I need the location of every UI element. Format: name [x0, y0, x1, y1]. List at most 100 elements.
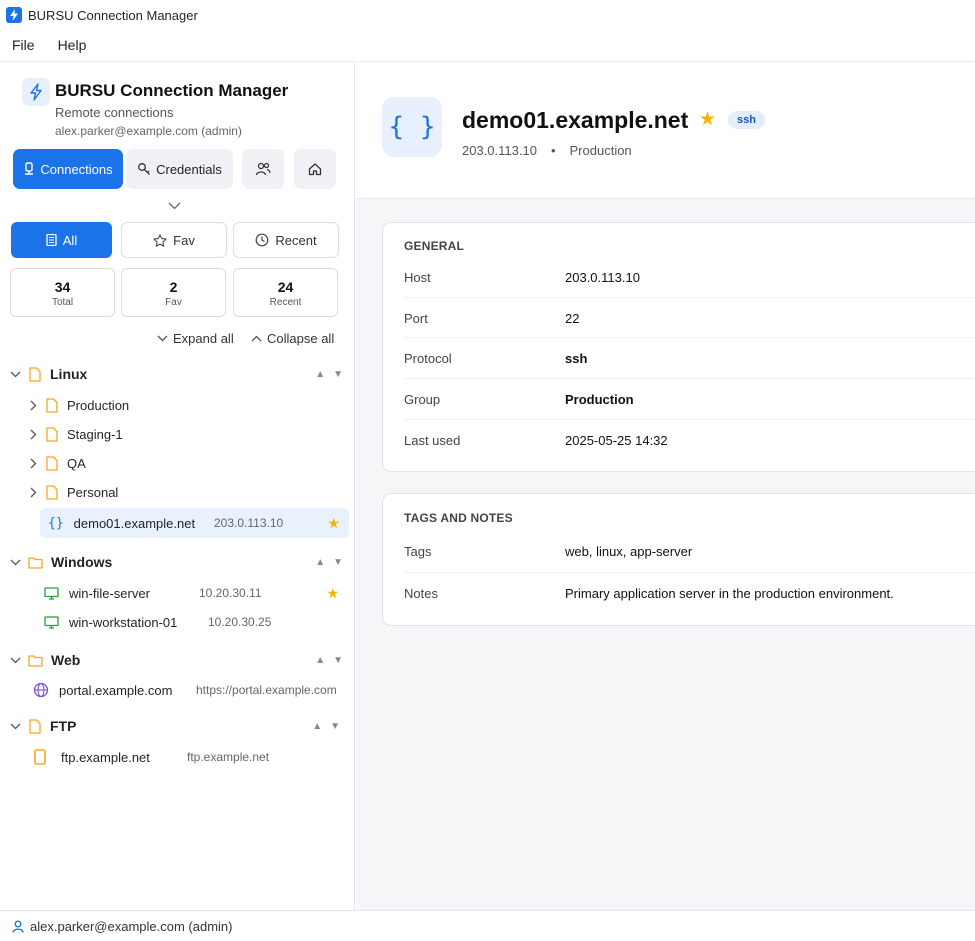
move-up-icon[interactable]: ▲	[315, 557, 325, 568]
move-up-icon[interactable]: ▲	[312, 721, 322, 732]
file-icon	[46, 426, 58, 442]
filter-fav-label: Fav	[173, 232, 195, 248]
credentials-button[interactable]: Credentials	[126, 149, 233, 189]
tree-folder-personal[interactable]: Personal	[0, 478, 355, 506]
tree-item-name: win-file-server	[69, 585, 150, 601]
favorite-star-icon[interactable]: ★	[699, 108, 716, 131]
tree-item-address: https://portal.example.com	[196, 683, 337, 697]
tree-folder-label: QA	[67, 455, 86, 471]
tree-item-ftp[interactable]: ftp.example.net ftp.example.net	[0, 743, 355, 771]
tree-group-ftp[interactable]: FTP ▲ ▼	[0, 712, 355, 740]
tree-item-portal[interactable]: portal.example.com https://portal.exampl…	[0, 676, 355, 704]
move-up-icon[interactable]: ▲	[315, 655, 325, 666]
field-group: Group Production	[404, 378, 975, 419]
filter-fav[interactable]: Fav	[121, 222, 227, 258]
filter-recent[interactable]: Recent	[233, 222, 339, 258]
file-icon	[29, 366, 41, 382]
move-up-icon[interactable]: ▲	[315, 369, 325, 380]
users-button[interactable]	[242, 149, 284, 189]
app-icon	[6, 7, 22, 23]
list-icon	[46, 234, 57, 246]
brand: BURSU Connection Manager Remote connecti…	[22, 78, 288, 138]
tree-group-windows[interactable]: Windows ▲ ▼	[0, 548, 355, 576]
chevron-down-icon	[10, 559, 21, 565]
chevron-down-icon	[10, 723, 21, 729]
stat-total: 34 Total	[10, 268, 115, 317]
field-last-used: Last used 2025-05-25 14:32	[404, 419, 975, 460]
tree-item-address: 10.20.30.25	[208, 615, 272, 629]
reorder-arrows[interactable]: ▲ ▼	[315, 369, 343, 380]
chevron-down-icon	[157, 335, 168, 342]
move-down-icon[interactable]: ▼	[333, 655, 343, 666]
menu-bar: File Help	[0, 30, 975, 60]
move-down-icon[interactable]: ▼	[330, 721, 340, 732]
home-button[interactable]	[294, 149, 336, 189]
brand-user: alex.parker@example.com (admin)	[55, 124, 242, 138]
reorder-arrows[interactable]: ▲ ▼	[315, 557, 343, 568]
tree-group-label: FTP	[50, 718, 77, 734]
tree-folder-staging[interactable]: Staging-1	[0, 420, 355, 448]
move-down-icon[interactable]: ▼	[333, 369, 343, 380]
reorder-arrows[interactable]: ▲ ▼	[315, 655, 343, 666]
stat-recent-label: Recent	[269, 297, 302, 308]
filter-all-label: All	[62, 232, 78, 248]
chevron-up-icon	[251, 335, 262, 342]
lightning-icon	[22, 78, 50, 106]
field-label: Protocol	[404, 350, 452, 366]
filter-all[interactable]: All	[11, 222, 112, 258]
field-port: Port 22	[404, 297, 975, 338]
tree-group-linux[interactable]: Linux ▲ ▼	[0, 360, 355, 388]
tree-item-win-workstation[interactable]: win-workstation-01 10.20.30.25	[0, 608, 355, 636]
credentials-label: Credentials	[156, 161, 222, 177]
expand-all-label: Expand all	[173, 331, 234, 346]
collapse-all-button[interactable]: Collapse all	[251, 331, 334, 346]
tree-folder-production[interactable]: Production	[0, 391, 355, 419]
field-tags: Tags web, linux, app-server	[404, 531, 975, 572]
file-icon	[46, 397, 58, 413]
move-down-icon[interactable]: ▼	[333, 557, 343, 568]
chevron-down-icon[interactable]	[168, 202, 181, 210]
menu-help[interactable]: Help	[47, 37, 99, 53]
favorite-star-icon[interactable]: ★	[327, 515, 340, 532]
users-icon	[255, 162, 271, 176]
expand-all-button[interactable]: Expand all	[157, 331, 234, 346]
favorite-star-icon[interactable]: ★	[326, 585, 339, 602]
field-label: Host	[404, 270, 431, 285]
general-card: GENERAL Host 203.0.113.10 Port 22 Protoc…	[382, 222, 975, 472]
title-bar: BURSU Connection Manager	[0, 0, 975, 30]
filter-recent-label: Recent	[275, 232, 317, 248]
monitor-icon	[44, 615, 59, 629]
chevron-right-icon	[30, 487, 37, 497]
brand-title: BURSU Connection Manager	[55, 81, 289, 100]
star-outline-icon	[153, 233, 167, 247]
file-icon	[29, 718, 41, 734]
folder-icon	[28, 654, 43, 667]
field-host: Host 203.0.113.10	[404, 257, 975, 298]
chevron-down-icon	[10, 657, 21, 663]
field-label: Last used	[404, 432, 461, 448]
detail-panel: { } demo01.example.net ★ ssh 203.0.113.1…	[356, 61, 975, 910]
folder-icon	[28, 556, 43, 569]
tree-item-win-file-server[interactable]: win-file-server 10.20.30.11 ★	[0, 579, 355, 607]
key-icon	[138, 163, 151, 175]
stat-fav-value: 2	[169, 279, 178, 295]
tree-folder-qa[interactable]: QA	[0, 449, 355, 477]
collapse-all-label: Collapse all	[267, 331, 335, 346]
tree-item-address: 203.0.113.10	[214, 516, 284, 530]
field-value: web, linux, app-server	[565, 544, 693, 559]
tree-item-demo01[interactable]: {} demo01.example.net 203.0.113.10 ★	[40, 508, 349, 538]
field-label: Tags	[404, 544, 432, 559]
tree-folder-label: Production	[67, 397, 130, 413]
tree-item-name: ftp.example.net	[61, 749, 150, 765]
field-value: Production	[565, 391, 634, 407]
reorder-arrows[interactable]: ▲ ▼	[312, 721, 340, 732]
ftp-file-icon	[34, 749, 46, 765]
tree-item-name: portal.example.com	[59, 682, 173, 698]
connections-button[interactable]: Connections	[13, 149, 123, 189]
menu-file[interactable]: File	[0, 37, 47, 53]
file-icon	[46, 484, 58, 500]
tree-folder-label: Personal	[67, 484, 119, 500]
globe-icon	[33, 682, 49, 698]
general-heading: GENERAL	[404, 239, 465, 253]
tree-group-web[interactable]: Web ▲ ▼	[0, 646, 355, 674]
